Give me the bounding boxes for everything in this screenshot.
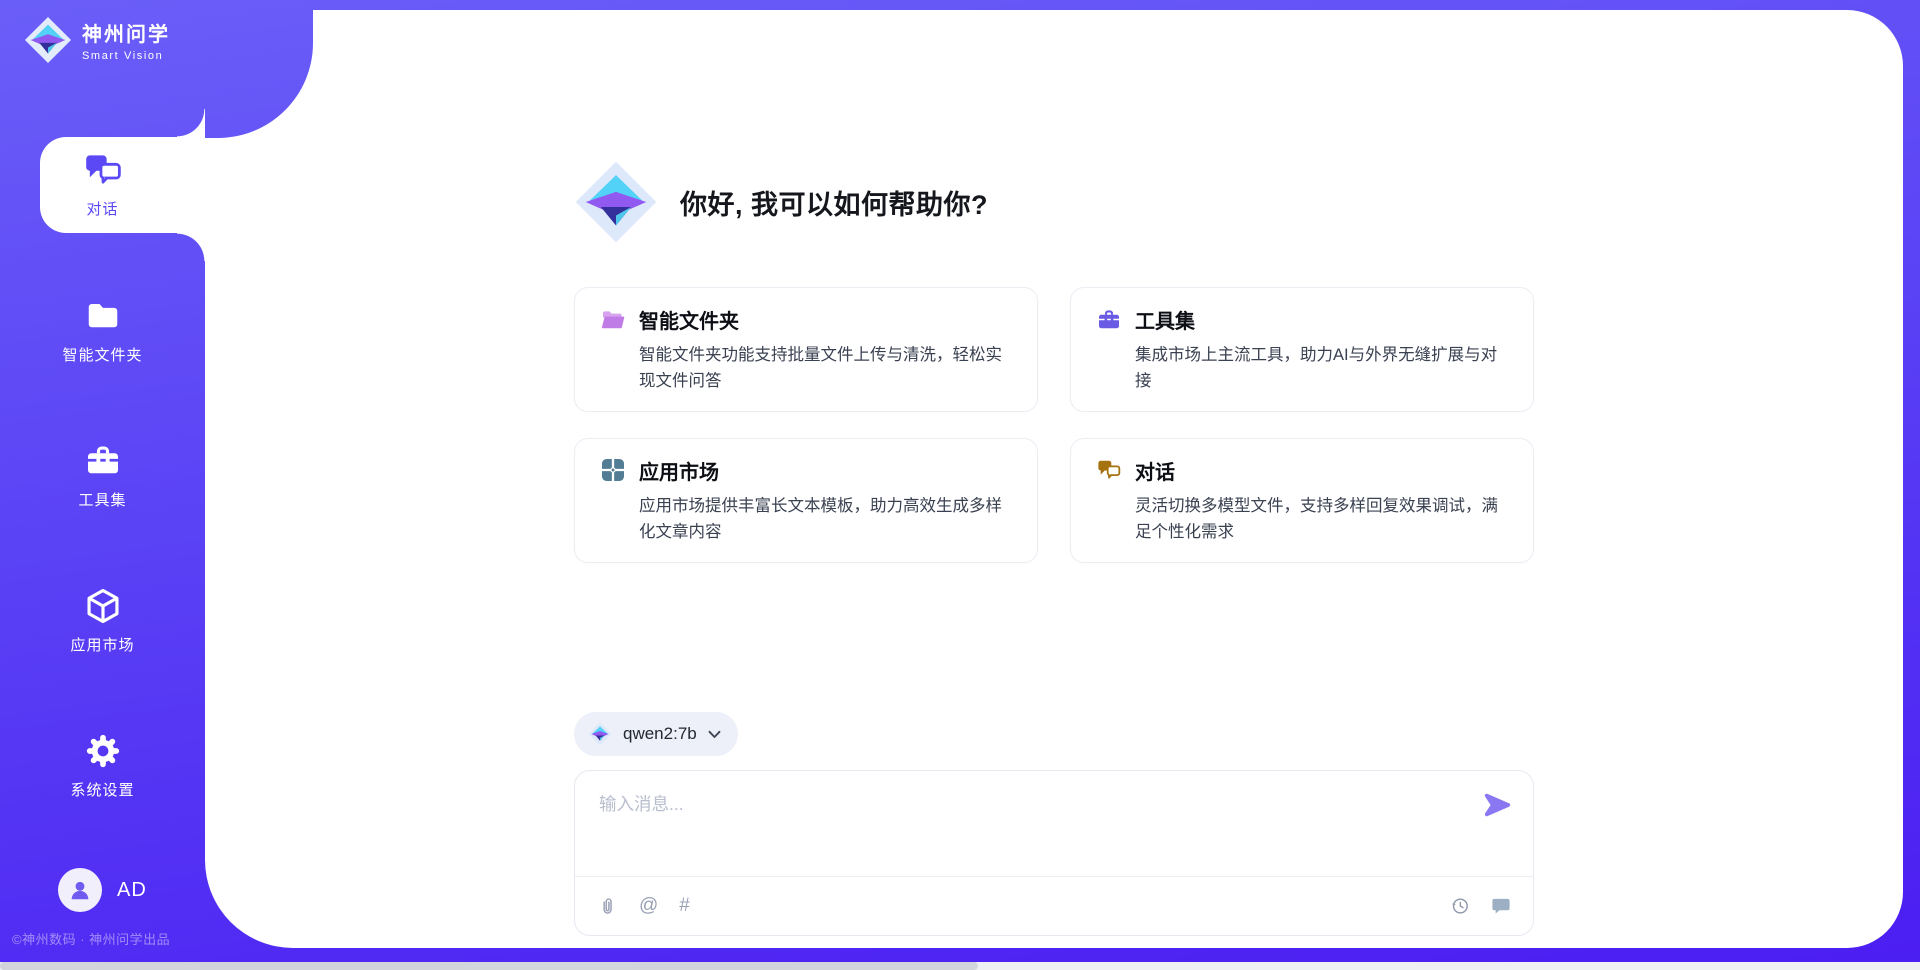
card-header: 应用市场 <box>601 456 1011 485</box>
history-button[interactable] <box>1450 896 1470 916</box>
cube-icon <box>84 587 122 625</box>
diamond-logo-icon <box>24 16 72 64</box>
avatar <box>58 868 102 912</box>
sidebar-item-label: 对话 <box>86 198 118 219</box>
chevron-down-icon <box>708 730 721 739</box>
brand-name-en: Smart Vision <box>82 50 170 62</box>
main-panel: 你好, 我可以如何帮助你? 智能文件夹 智能文件夹功能支持批量文件上传与清洗，轻… <box>205 10 1903 948</box>
model-name: qwen2:7b <box>623 724 697 744</box>
card-title: 工具集 <box>1135 305 1195 334</box>
card-toolset[interactable]: 工具集 集成市场上主流工具，助力AI与外界无缝扩展与对接 <box>1070 287 1534 412</box>
person-icon <box>67 877 93 903</box>
card-app-market[interactable]: 应用市场 应用市场提供丰富长文本模板，助力高效生成多样化文章内容 <box>574 438 1038 563</box>
message-input[interactable] <box>575 771 1435 863</box>
brand-name-cn: 神州问学 <box>82 18 170 47</box>
chat-bubbles-icon <box>84 151 122 189</box>
card-description: 应用市场提供丰富长文本模板，助力高效生成多样化文章内容 <box>639 493 1011 546</box>
card-header: 对话 <box>1097 456 1507 485</box>
sidebar-item-toolset[interactable]: 工具集 <box>0 428 205 524</box>
sidebar-item-label: 智能文件夹 <box>62 344 142 365</box>
sidebar-item-app-market[interactable]: 应用市场 <box>0 573 205 669</box>
card-description: 灵活切换多模型文件，支持多样回复效果调试，满足个性化需求 <box>1135 493 1507 546</box>
conversation-button[interactable] <box>1491 896 1511 916</box>
brand-text: 神州问学 Smart Vision <box>82 18 170 62</box>
history-icon <box>1450 896 1470 916</box>
toolbar-right <box>1450 896 1511 916</box>
card-chat[interactable]: 对话 灵活切换多模型文件，支持多样回复效果调试，满足个性化需求 <box>1070 438 1534 563</box>
diamond-logo-icon <box>588 722 612 746</box>
toolbar-left: @ # <box>597 895 690 917</box>
panel-corner-curve <box>205 10 313 138</box>
main-content: 你好, 我可以如何帮助你? 智能文件夹 智能文件夹功能支持批量文件上传与清洗，轻… <box>574 10 1534 948</box>
sidebar-item-chat[interactable]: 对话 <box>0 137 205 233</box>
sidebar-item-smart-folder[interactable]: 智能文件夹 <box>0 283 205 379</box>
card-title: 智能文件夹 <box>639 305 739 334</box>
hash-icon: # <box>679 895 690 917</box>
mention-button[interactable]: @ <box>639 895 658 917</box>
user-profile[interactable]: AD <box>58 868 147 912</box>
horizontal-scrollbar-track <box>0 962 1920 970</box>
card-header: 智能文件夹 <box>601 305 1011 334</box>
gear-icon <box>84 732 122 770</box>
card-header: 工具集 <box>1097 305 1507 334</box>
message-composer: @ # <box>574 770 1534 936</box>
composer-toolbar: @ # <box>575 877 1533 935</box>
sidebar-item-label: 应用市场 <box>70 634 134 655</box>
active-tab-curve-bottom <box>177 233 205 261</box>
hashtag-button[interactable]: # <box>679 895 690 917</box>
greeting-title: 你好, 我可以如何帮助你? <box>680 183 988 222</box>
greeting-row: 你好, 我可以如何帮助你? <box>574 160 988 244</box>
send-button[interactable] <box>1481 789 1513 821</box>
card-smart-folder[interactable]: 智能文件夹 智能文件夹功能支持批量文件上传与清洗，轻松实现文件问答 <box>574 287 1038 412</box>
card-description: 智能文件夹功能支持批量文件上传与清洗，轻松实现文件问答 <box>639 342 1011 395</box>
folder-open-icon <box>601 308 625 332</box>
card-title: 应用市场 <box>639 456 719 485</box>
chat-bubbles-icon <box>1097 458 1121 482</box>
horizontal-scrollbar-thumb[interactable] <box>0 962 978 970</box>
brand-logo: 神州问学 Smart Vision <box>24 16 170 64</box>
card-title: 对话 <box>1135 456 1175 485</box>
user-initials: AD <box>117 879 147 902</box>
attach-file-button[interactable] <box>597 896 618 917</box>
copyright-footer: ©神州数码 · 神州问学出品 <box>12 929 170 948</box>
sidebar-item-label: 系统设置 <box>70 779 134 800</box>
at-sign-icon: @ <box>639 895 658 917</box>
diamond-logo-icon <box>574 160 658 244</box>
briefcase-icon <box>1097 308 1121 332</box>
paperclip-icon <box>597 896 618 917</box>
briefcase-icon <box>84 442 122 480</box>
model-selector[interactable]: qwen2:7b <box>574 712 738 756</box>
sidebar-item-label: 工具集 <box>78 489 126 510</box>
feature-cards: 智能文件夹 智能文件夹功能支持批量文件上传与清洗，轻松实现文件问答 工具集 集成… <box>574 287 1534 563</box>
send-icon <box>1482 790 1512 820</box>
app-root: { "app": { "brand_cn": "神州问学", "brand_en… <box>0 0 1920 970</box>
card-description: 集成市场上主流工具，助力AI与外界无缝扩展与对接 <box>1135 342 1507 395</box>
folder-icon <box>84 297 122 335</box>
grid-icon <box>601 458 625 482</box>
sidebar: 神州问学 Smart Vision 对话 智能文件夹 <box>0 0 205 970</box>
sidebar-item-settings[interactable]: 系统设置 <box>0 718 205 814</box>
comment-icon <box>1491 896 1511 916</box>
active-tab-curve-top <box>177 109 205 137</box>
